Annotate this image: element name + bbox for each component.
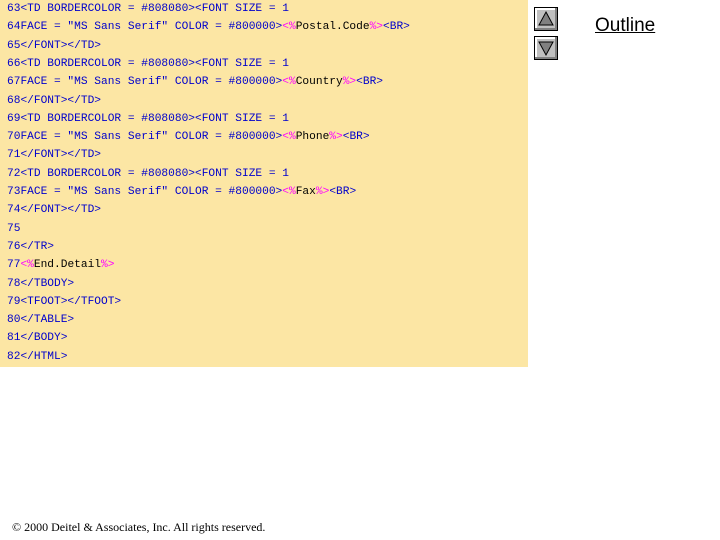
code-text: </FONT></TD> bbox=[20, 149, 102, 162]
line-number: 77 bbox=[7, 259, 21, 272]
asp-field-name: End.Detail bbox=[33, 259, 102, 272]
code-text: </FONT></TD> bbox=[20, 204, 102, 217]
code-text: <TFOOT></TFOOT> bbox=[20, 295, 122, 308]
code-line-69: 69<TD BORDERCOLOR = #808080><FONT SIZE =… bbox=[7, 111, 289, 127]
asp-delimiter: %> bbox=[101, 259, 115, 272]
code-text: <TD BORDERCOLOR = #808080><FONT SIZE = 1 bbox=[20, 167, 289, 180]
code-line-81: 81</BODY> bbox=[7, 330, 67, 346]
line-number: 68 bbox=[7, 94, 21, 107]
code-line-74: 74</FONT></TD> bbox=[7, 202, 101, 218]
triangle-down-icon bbox=[538, 41, 554, 57]
code-line-76: 76</TR> bbox=[7, 239, 54, 255]
line-number: 64 bbox=[7, 21, 21, 34]
line-number: 80 bbox=[7, 314, 21, 327]
code-text: <TD BORDERCOLOR = #808080><FONT SIZE = 1 bbox=[20, 3, 289, 15]
next-slide-button[interactable] bbox=[534, 36, 558, 60]
asp-delimiter: <% bbox=[282, 186, 296, 198]
asp-delimiter: %> bbox=[315, 186, 330, 198]
code-text: <TD BORDERCOLOR = #808080><FONT SIZE = 1 bbox=[20, 112, 289, 125]
code-text: <TD BORDERCOLOR = #808080><FONT SIZE = 1 bbox=[20, 57, 289, 70]
line-number: 81 bbox=[7, 332, 21, 345]
code-listing-panel: 63<TD BORDERCOLOR = #808080><FONT SIZE =… bbox=[0, 0, 528, 367]
code-text: FACE = "MS Sans Serif" COLOR = #800000> bbox=[20, 76, 283, 89]
asp-field-name: Phone bbox=[295, 131, 330, 144]
asp-delimiter: <% bbox=[20, 259, 34, 272]
code-text: </BODY> bbox=[20, 332, 68, 345]
line-number: 66 bbox=[7, 57, 21, 70]
line-number: 72 bbox=[7, 167, 21, 180]
code-line-73: 73FACE = "MS Sans Serif" COLOR = #800000… bbox=[7, 184, 356, 200]
line-number: 78 bbox=[7, 277, 21, 290]
code-text: </TABLE> bbox=[20, 314, 75, 327]
line-number: 79 bbox=[7, 295, 21, 308]
code-line-71: 71</FONT></TD> bbox=[7, 147, 101, 163]
code-line-75: 75 bbox=[7, 221, 20, 237]
code-text: FACE = "MS Sans Serif" COLOR = #800000> bbox=[20, 186, 283, 198]
asp-field-name: Postal.Code bbox=[295, 21, 370, 34]
outline-link[interactable]: Outline bbox=[595, 15, 655, 39]
previous-slide-button[interactable] bbox=[534, 7, 558, 31]
code-text: <BR> bbox=[383, 21, 410, 34]
asp-delimiter: <% bbox=[282, 76, 296, 89]
asp-delimiter: %> bbox=[369, 21, 384, 34]
code-text: <BR> bbox=[356, 76, 384, 89]
code-text: </FONT></TD> bbox=[20, 39, 102, 52]
asp-delimiter: <% bbox=[282, 131, 296, 144]
code-text: <BR> bbox=[329, 186, 357, 198]
asp-field-name: Fax bbox=[295, 186, 316, 198]
code-line-78: 78</TBODY> bbox=[7, 276, 74, 292]
code-text: FACE = "MS Sans Serif" COLOR = #800000> bbox=[20, 21, 283, 34]
code-line-64: 64FACE = "MS Sans Serif" COLOR = #800000… bbox=[7, 19, 410, 35]
code-text: <BR> bbox=[342, 131, 370, 144]
code-text: </FONT></TD> bbox=[20, 94, 102, 107]
line-number: 75 bbox=[7, 222, 21, 235]
line-number: 65 bbox=[7, 39, 21, 52]
code-line-65: 65</FONT></TD> bbox=[7, 38, 101, 54]
code-text: </TBODY> bbox=[20, 277, 75, 290]
line-number: 74 bbox=[7, 204, 21, 217]
line-number: 67 bbox=[7, 76, 21, 89]
code-text: </TR> bbox=[20, 240, 55, 253]
code-line-72: 72<TD BORDERCOLOR = #808080><FONT SIZE =… bbox=[7, 166, 289, 182]
code-line-68: 68</FONT></TD> bbox=[7, 93, 101, 109]
copyright-footer: © 2000 Deitel & Associates, Inc. All rig… bbox=[12, 520, 265, 535]
line-number: 82 bbox=[7, 350, 21, 363]
code-line-66: 66<TD BORDERCOLOR = #808080><FONT SIZE =… bbox=[7, 56, 289, 72]
code-text: FACE = "MS Sans Serif" COLOR = #800000> bbox=[20, 131, 283, 144]
code-text: </HTML> bbox=[20, 350, 68, 363]
line-number: 70 bbox=[7, 131, 21, 144]
triangle-up-icon bbox=[538, 10, 554, 26]
line-number: 71 bbox=[7, 149, 21, 162]
code-line-82: 82</HTML> bbox=[7, 349, 67, 365]
asp-delimiter: %> bbox=[329, 131, 343, 144]
code-line-79: 79<TFOOT></TFOOT> bbox=[7, 294, 121, 310]
code-line-80: 80</TABLE> bbox=[7, 312, 74, 328]
code-line-70: 70FACE = "MS Sans Serif" COLOR = #800000… bbox=[7, 129, 370, 145]
asp-delimiter: <% bbox=[282, 21, 296, 34]
copyright-text: 2000 Deitel & Associates, Inc. All right… bbox=[21, 520, 266, 534]
copyright-symbol: © bbox=[12, 520, 22, 534]
code-line-67: 67FACE = "MS Sans Serif" COLOR = #800000… bbox=[7, 74, 383, 90]
line-number: 63 bbox=[7, 3, 21, 15]
asp-field-name: Country bbox=[295, 76, 343, 89]
line-number: 76 bbox=[7, 240, 21, 253]
code-line-77: 77<%End.Detail%> bbox=[7, 257, 114, 273]
code-line-63: 63<TD BORDERCOLOR = #808080><FONT SIZE =… bbox=[7, 1, 289, 17]
line-number: 73 bbox=[7, 186, 21, 198]
asp-delimiter: %> bbox=[342, 76, 357, 89]
line-number: 69 bbox=[7, 112, 21, 125]
